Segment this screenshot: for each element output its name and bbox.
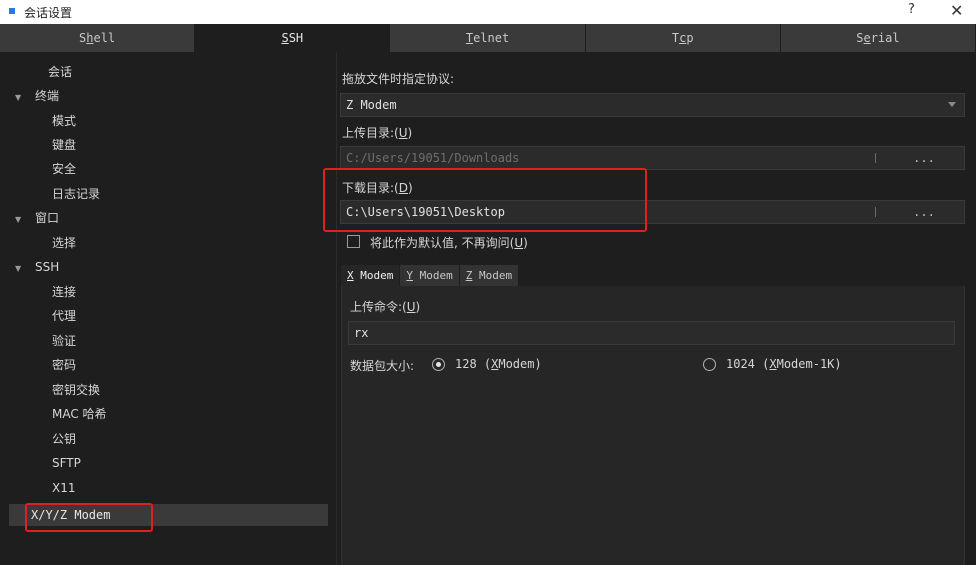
- upload-cmd-input[interactable]: rx: [348, 321, 955, 345]
- chevron-down-icon[interactable]: [948, 102, 956, 107]
- upload-cmd-value: rx: [354, 326, 369, 340]
- tab-ymodem[interactable]: Y Modem: [400, 265, 460, 286]
- tree-item-mode[interactable]: 模式: [52, 110, 76, 132]
- tab-serial[interactable]: Se rial: [780, 24, 976, 52]
- tree-item-label: 安全: [52, 162, 77, 176]
- tree-item-label: 公钥: [52, 432, 77, 446]
- tab-zmodem[interactable]: Z Modem: [459, 265, 520, 286]
- modem-tabs: X Modem Y Modem Z Modem: [341, 265, 520, 286]
- protocol-select-value: Z Modem: [346, 98, 397, 112]
- tree-item-mac[interactable]: MAC 哈希: [52, 403, 107, 425]
- download-dir-label: 下载目录:(D): [342, 181, 413, 195]
- tree-item-kex[interactable]: 密钥交换: [52, 379, 100, 401]
- tree-item-xyzmodem[interactable]: X/Y/Z Modem: [9, 504, 328, 526]
- tree-item-keyboard[interactable]: 键盘: [52, 134, 76, 156]
- protocol-label: 拖放文件时指定协议:: [342, 72, 455, 86]
- tab-shell[interactable]: Sh ell: [0, 24, 196, 52]
- upload-dir-browse-button[interactable]: ...: [884, 147, 964, 169]
- tree-item-session[interactable]: 会话: [48, 61, 72, 83]
- tree-item-auth[interactable]: 验证: [52, 330, 76, 352]
- chevron-down-icon[interactable]: ▼: [15, 87, 27, 109]
- download-dir-value: C:\Users\19051\Desktop: [346, 205, 505, 219]
- tree-item-ssh[interactable]: ▼ SSH: [15, 256, 59, 278]
- tree-item-label: MAC 哈希: [52, 407, 107, 421]
- chevron-down-icon[interactable]: ▼: [15, 209, 27, 231]
- tree-item-label: 密钥交换: [52, 383, 101, 397]
- tab-tcp[interactable]: Tcp: [585, 24, 781, 52]
- close-icon[interactable]: ✕: [950, 1, 963, 20]
- upload-dir-field[interactable]: C:/Users/19051/Downloads ...: [340, 146, 965, 170]
- tree-item-label: 选择: [52, 236, 77, 250]
- tree-item-label: X/Y/Z Modem: [31, 508, 111, 522]
- field-separator: [875, 207, 876, 217]
- download-dir-browse-button[interactable]: ...: [884, 201, 964, 223]
- title-bar: 会话设置 ? ✕: [0, 0, 976, 24]
- tree-item-x11[interactable]: X11: [52, 477, 76, 499]
- app-icon: [9, 8, 15, 14]
- tree-item-pubkey[interactable]: 公钥: [52, 428, 76, 450]
- download-dir-field[interactable]: C:\Users\19051\Desktop ...: [340, 200, 965, 224]
- radio-128-label[interactable]: 128 (XModem): [455, 357, 542, 371]
- tree-item-label: 窗口: [35, 211, 60, 225]
- tree-item-selection[interactable]: 选择: [52, 232, 76, 254]
- help-button[interactable]: ?: [908, 2, 915, 17]
- tree-item-label: 模式: [52, 114, 77, 128]
- tab-telnet[interactable]: Telnet: [390, 24, 586, 52]
- tree-item-label: SSH: [35, 260, 60, 274]
- tree-item-label: 代理: [52, 309, 77, 323]
- tree-item-label: X11: [52, 481, 76, 495]
- radio-128[interactable]: [432, 358, 445, 371]
- tree-item-sftp[interactable]: SFTP: [52, 452, 81, 474]
- tree-item-label: 会话: [48, 65, 73, 79]
- tab-xmodem[interactable]: X Modem: [341, 265, 401, 286]
- settings-tree: 会话 ▼ 终端 模式 键盘 安全 日志记录 ▼ 窗口 选择 ▼ SSH 连接 代理 验…: [0, 52, 337, 565]
- tree-item-label: 密码: [52, 358, 77, 372]
- radio-1024[interactable]: [703, 358, 716, 371]
- tree-item-label: 连接: [52, 285, 77, 299]
- tree-item-label: 终端: [35, 89, 60, 103]
- default-checkbox-label[interactable]: 将此作为默认值, 不再询问(U): [370, 234, 528, 251]
- tree-item-connection[interactable]: 连接: [52, 281, 76, 303]
- default-checkbox[interactable]: [347, 235, 360, 248]
- chevron-down-icon[interactable]: ▼: [15, 258, 27, 280]
- tree-item-label: 键盘: [52, 138, 77, 152]
- tree-item-proxy[interactable]: 代理: [52, 305, 76, 327]
- tree-item-cipher[interactable]: 密码: [52, 354, 76, 376]
- field-separator: [875, 153, 876, 163]
- tree-item-logging[interactable]: 日志记录: [52, 183, 100, 205]
- tab-ssh[interactable]: S SH: [195, 24, 391, 52]
- tree-item-label: 日志记录: [52, 187, 101, 201]
- window-title: 会话设置: [24, 6, 73, 20]
- tree-item-security[interactable]: 安全: [52, 158, 76, 180]
- tree-item-label: SFTP: [52, 456, 81, 470]
- tree-item-window[interactable]: ▼ 窗口: [15, 207, 59, 229]
- radio-1024-label[interactable]: 1024 (XModem-1K): [726, 357, 842, 371]
- packet-size-label: 数据包大小:: [350, 359, 415, 373]
- tree-item-terminal[interactable]: ▼ 终端: [15, 85, 59, 107]
- tree-item-label: 验证: [52, 334, 77, 348]
- upload-dir-value: C:/Users/19051/Downloads: [346, 151, 520, 165]
- upload-cmd-label: 上传命令:(U): [350, 300, 421, 314]
- protocol-select[interactable]: Z Modem: [340, 93, 965, 117]
- protocol-tabs: Sh ell S SH Telnet Tcp Se rial: [0, 24, 976, 52]
- upload-dir-label: 上传目录:(U): [342, 126, 413, 140]
